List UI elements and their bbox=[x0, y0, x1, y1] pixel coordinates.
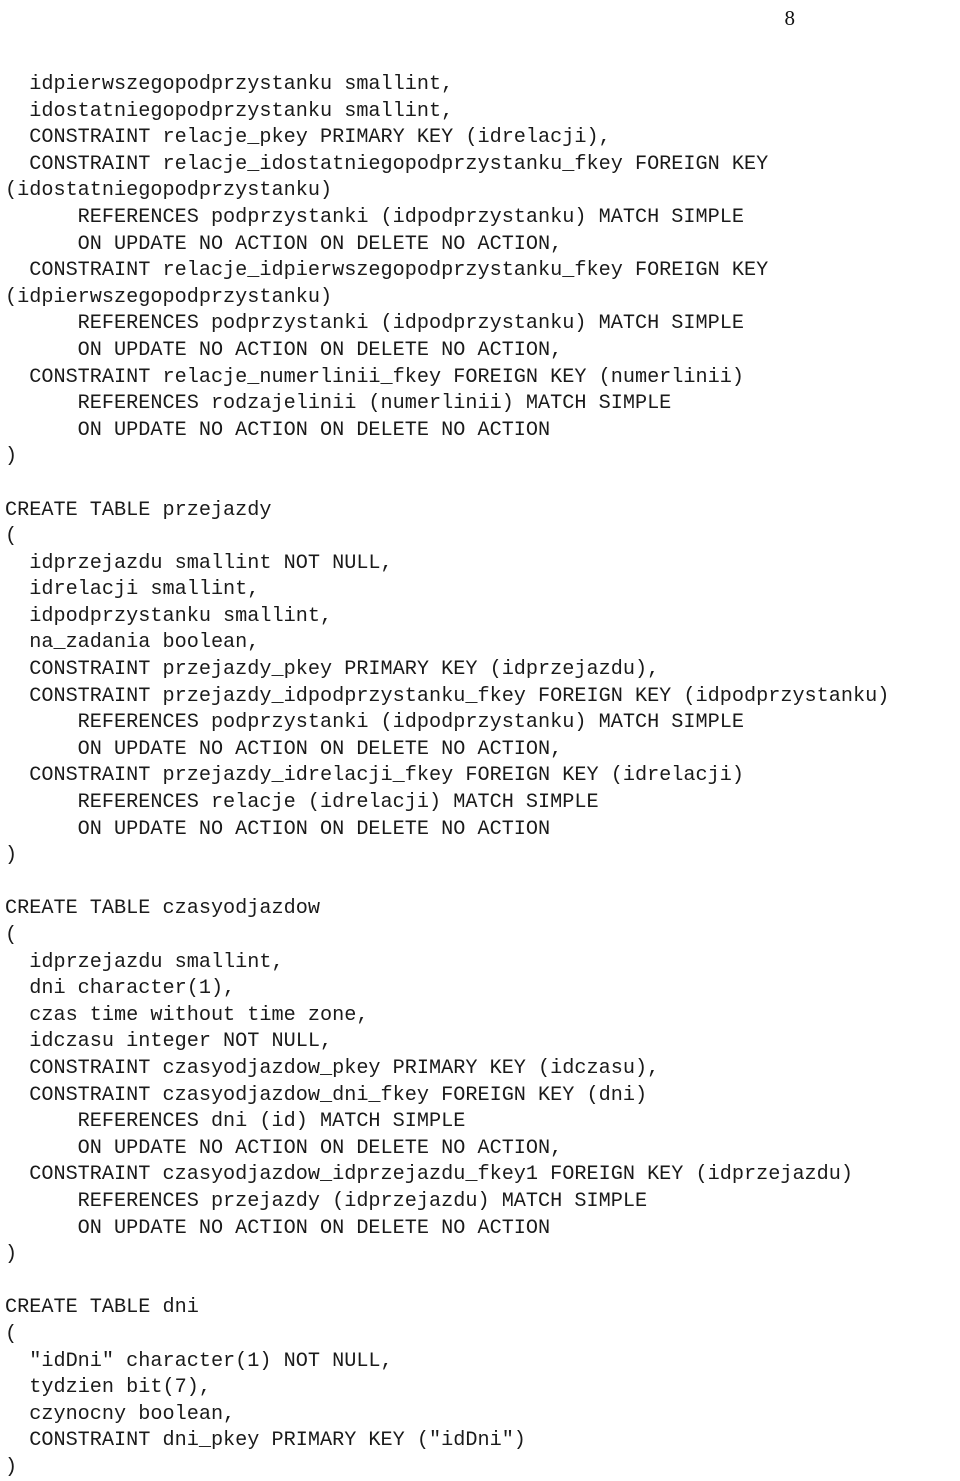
code-line: idrelacji smallint, bbox=[5, 578, 260, 602]
code-line: ON UPDATE NO ACTION ON DELETE NO ACTION, bbox=[5, 232, 563, 256]
page-number: 8 bbox=[784, 6, 796, 30]
code-line: dni character(1), bbox=[5, 977, 236, 1001]
code-line: CONSTRAINT dni_pkey PRIMARY KEY ("idDni"… bbox=[5, 1429, 526, 1453]
code-line: REFERENCES podprzystanki (idpodprzystank… bbox=[5, 205, 744, 229]
code-line: CONSTRAINT przejazdy_idpodprzystanku_fke… bbox=[5, 684, 890, 708]
code-line: idpodprzystanku smallint, bbox=[5, 604, 333, 628]
code-line: ON UPDATE NO ACTION ON DELETE NO ACTION bbox=[5, 817, 551, 841]
code-line: ON UPDATE NO ACTION ON DELETE NO ACTION bbox=[5, 418, 551, 442]
code-line: ON UPDATE NO ACTION ON DELETE NO ACTION, bbox=[5, 737, 563, 761]
code-line: CREATE TABLE przejazdy bbox=[5, 498, 272, 522]
page-header: 8 bbox=[0, 6, 960, 36]
code-line: czynocny boolean, bbox=[5, 1402, 236, 1426]
code-line: idprzejazdu smallint NOT NULL, bbox=[5, 551, 393, 575]
code-line: ) bbox=[5, 844, 18, 868]
code-line: ) bbox=[5, 1243, 18, 1267]
code-line: CONSTRAINT czasyodjazdow_pkey PRIMARY KE… bbox=[5, 1056, 660, 1080]
code-line: REFERENCES dni (id) MATCH SIMPLE bbox=[5, 1110, 466, 1134]
document-page: 8 idpierwszegopodprzystanku smallint, id… bbox=[0, 0, 960, 1479]
code-line: CONSTRAINT czasyodjazdow_dni_fkey FOREIG… bbox=[5, 1083, 648, 1107]
code-line: ) bbox=[5, 445, 18, 469]
code-line: CONSTRAINT relacje_idpierwszegopodprzyst… bbox=[5, 259, 769, 283]
code-line: ( bbox=[5, 1322, 18, 1346]
code-line: CREATE TABLE czasyodjazdow bbox=[5, 897, 320, 921]
code-line: idprzejazdu smallint, bbox=[5, 950, 284, 974]
code-line: ) bbox=[5, 1455, 18, 1479]
code-line: REFERENCES rodzajelinii (numerlinii) MAT… bbox=[5, 392, 672, 416]
code-line: ON UPDATE NO ACTION ON DELETE NO ACTION, bbox=[5, 338, 563, 362]
code-line: (idostatniegopodprzystanku) bbox=[5, 179, 333, 203]
code-line: CONSTRAINT relacje_pkey PRIMARY KEY (idr… bbox=[5, 126, 611, 150]
code-line: idczasu integer NOT NULL, bbox=[5, 1030, 333, 1054]
code-line: ( bbox=[5, 525, 18, 549]
sql-code-block: idpierwszegopodprzystanku smallint, idos… bbox=[5, 72, 955, 1481]
code-line: na_zadania boolean, bbox=[5, 631, 260, 655]
code-line: "idDni" character(1) NOT NULL, bbox=[5, 1349, 393, 1373]
code-line: (idpierwszegopodprzystanku) bbox=[5, 285, 333, 309]
code-line: CONSTRAINT relacje_idostatniegopodprzyst… bbox=[5, 152, 769, 176]
code-line: CONSTRAINT przejazdy_idrelacji_fkey FORE… bbox=[5, 764, 744, 788]
code-line: idpierwszegopodprzystanku smallint, bbox=[5, 73, 454, 96]
code-line: tydzien bit(7), bbox=[5, 1376, 211, 1400]
code-line: REFERENCES podprzystanki (idpodprzystank… bbox=[5, 711, 744, 735]
code-line: czas time without time zone, bbox=[5, 1003, 369, 1027]
code-line: CONSTRAINT czasyodjazdow_idprzejazdu_fke… bbox=[5, 1163, 854, 1187]
code-line: idostatniegopodprzystanku smallint, bbox=[5, 99, 454, 123]
code-line: REFERENCES podprzystanki (idpodprzystank… bbox=[5, 312, 744, 336]
code-line: ON UPDATE NO ACTION ON DELETE NO ACTION, bbox=[5, 1136, 563, 1160]
code-line: CONSTRAINT przejazdy_pkey PRIMARY KEY (i… bbox=[5, 658, 660, 682]
code-line: CONSTRAINT relacje_numerlinii_fkey FOREI… bbox=[5, 365, 744, 389]
code-line: ( bbox=[5, 924, 18, 947]
code-line: CREATE TABLE dni bbox=[5, 1296, 199, 1320]
code-line: ON UPDATE NO ACTION ON DELETE NO ACTION bbox=[5, 1216, 551, 1240]
code-line: REFERENCES relacje (idrelacji) MATCH SIM… bbox=[5, 791, 599, 815]
code-line: REFERENCES przejazdy (idprzejazdu) MATCH… bbox=[5, 1189, 648, 1213]
